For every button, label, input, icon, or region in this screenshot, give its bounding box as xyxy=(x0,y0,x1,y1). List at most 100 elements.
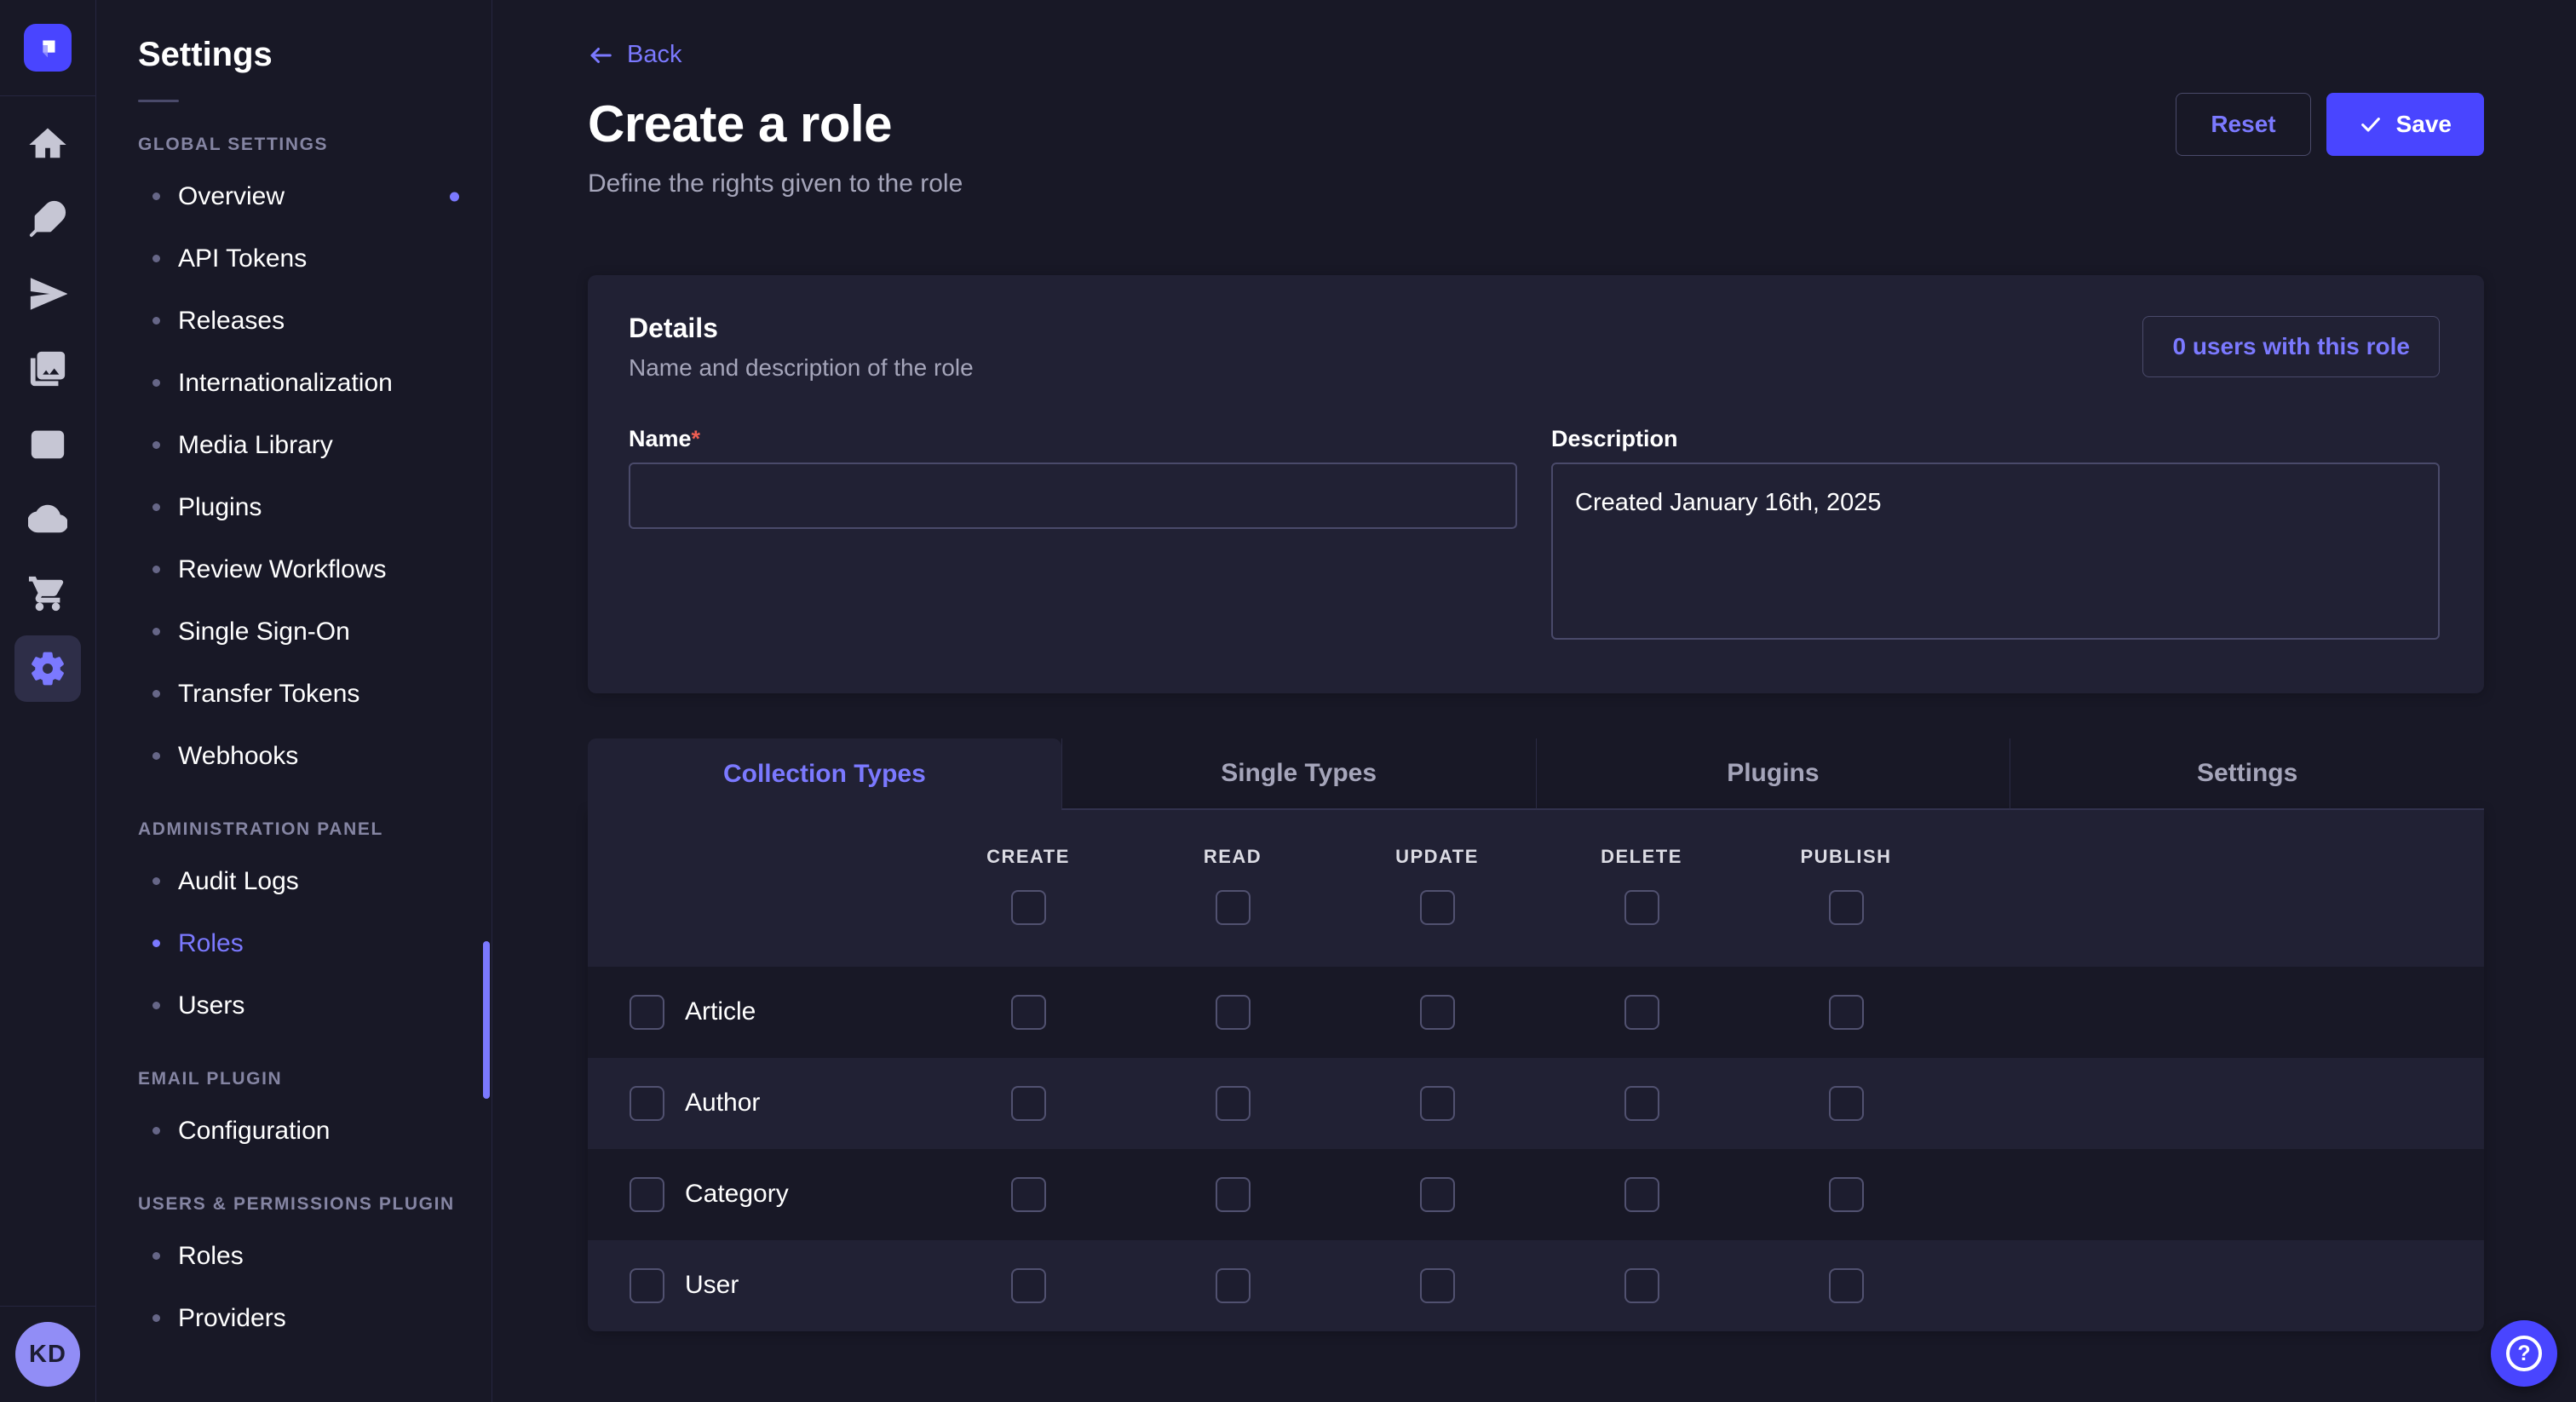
marketplace-cart-icon[interactable] xyxy=(0,556,96,631)
description-field-group: Description Created January 16th, 2025 xyxy=(1551,426,2440,644)
reset-button[interactable]: Reset xyxy=(2176,93,2310,156)
checkbox-select-all-update[interactable] xyxy=(1420,890,1455,925)
sidebar-item-review-workflows[interactable]: Review Workflows xyxy=(96,538,492,600)
sidebar-item-plugins[interactable]: Plugins xyxy=(96,476,492,538)
question-mark-icon: ? xyxy=(2506,1336,2542,1371)
bullet xyxy=(152,1002,160,1009)
home-icon[interactable] xyxy=(0,106,96,181)
row-category-head: Category xyxy=(588,1177,926,1212)
column-publish: PUBLISH xyxy=(1744,810,1948,967)
checkbox-article-delete[interactable] xyxy=(1624,995,1659,1030)
subnav-title-divider xyxy=(138,100,179,102)
bullet xyxy=(152,877,160,885)
sidebar-item-audit-logs[interactable]: Audit Logs xyxy=(96,850,492,912)
checkbox-author-read[interactable] xyxy=(1216,1086,1251,1121)
sidebar-item-media-library[interactable]: Media Library xyxy=(96,414,492,476)
checkbox-author-update[interactable] xyxy=(1420,1086,1455,1121)
main-content: Back Create a role Reset Save Define the… xyxy=(492,0,2576,1402)
bullet xyxy=(152,566,160,573)
checkbox-select-all-create[interactable] xyxy=(1011,890,1046,925)
sidebar-item-roles-admin[interactable]: Roles xyxy=(96,912,492,974)
sidebar-item-webhooks[interactable]: Webhooks xyxy=(96,725,492,787)
strapi-logo-glyph xyxy=(33,33,62,62)
checkbox-user-read[interactable] xyxy=(1216,1268,1251,1303)
help-button[interactable]: ? xyxy=(2491,1320,2557,1387)
checkbox-author-publish[interactable] xyxy=(1829,1086,1864,1121)
media-library-icon[interactable] xyxy=(0,331,96,406)
sidebar-item-single-sign-on[interactable]: Single Sign-On xyxy=(96,600,492,663)
checkbox-row-category[interactable] xyxy=(630,1177,664,1212)
details-subtitle: Name and description of the role xyxy=(629,354,974,382)
description-textarea[interactable]: Created January 16th, 2025 xyxy=(1551,463,2440,640)
logo-box xyxy=(0,0,95,96)
description-label: Description xyxy=(1551,426,2440,452)
name-input[interactable] xyxy=(629,463,1517,529)
tab-single-types[interactable]: Single Types xyxy=(1061,738,1536,810)
sidebar-item-providers[interactable]: Providers xyxy=(96,1287,492,1349)
sidebar-item-internationalization[interactable]: Internationalization xyxy=(96,352,492,414)
checkbox-row-author[interactable] xyxy=(630,1086,664,1121)
header-spacer xyxy=(588,810,926,967)
checkbox-row-user[interactable] xyxy=(630,1268,664,1303)
sidebar-item-releases[interactable]: Releases xyxy=(96,290,492,352)
sidebar-item-transfer-tokens[interactable]: Transfer Tokens xyxy=(96,663,492,725)
permissions-table: CREATE READ UPDATE DELETE xyxy=(588,810,2484,1331)
notification-dot xyxy=(450,192,459,201)
bullet xyxy=(152,1314,160,1322)
checkbox-user-publish[interactable] xyxy=(1829,1268,1864,1303)
checkbox-select-all-publish[interactable] xyxy=(1829,890,1864,925)
checkbox-user-delete[interactable] xyxy=(1624,1268,1659,1303)
name-field-group: Name* xyxy=(629,426,1517,644)
bullet xyxy=(152,752,160,760)
rail-bottom: KD xyxy=(0,1306,95,1402)
bullet xyxy=(152,939,160,947)
sidebar-item-roles-up[interactable]: Roles xyxy=(96,1225,492,1287)
sidebar-item-api-tokens[interactable]: API Tokens xyxy=(96,227,492,290)
tab-plugins[interactable]: Plugins xyxy=(1536,738,2010,810)
tab-collection-types[interactable]: Collection Types xyxy=(588,738,1061,810)
row-user-head: User xyxy=(588,1268,926,1303)
checkbox-article-update[interactable] xyxy=(1420,995,1455,1030)
checkbox-category-update[interactable] xyxy=(1420,1177,1455,1212)
feather-icon[interactable] xyxy=(0,181,96,256)
sidebar-item-overview[interactable]: Overview xyxy=(96,165,492,227)
column-read: READ xyxy=(1130,810,1335,967)
permissions-tabs: Collection Types Single Types Plugins Se… xyxy=(588,738,2484,810)
avatar[interactable]: KD xyxy=(15,1322,80,1387)
settings-gear-icon[interactable] xyxy=(0,631,96,706)
paper-plane-icon[interactable] xyxy=(0,256,96,331)
checkbox-author-create[interactable] xyxy=(1011,1086,1046,1121)
cloud-icon[interactable] xyxy=(0,481,96,556)
rail-icon-list xyxy=(0,96,96,706)
checkbox-author-delete[interactable] xyxy=(1624,1086,1659,1121)
sidebar-item-configuration[interactable]: Configuration xyxy=(96,1100,492,1162)
back-link[interactable]: Back xyxy=(588,41,681,69)
sidebar-item-users[interactable]: Users xyxy=(96,974,492,1037)
checkbox-article-publish[interactable] xyxy=(1829,995,1864,1030)
row-author-head: Author xyxy=(588,1086,926,1121)
save-button[interactable]: Save xyxy=(2326,93,2484,156)
bullet xyxy=(152,503,160,511)
name-label: Name* xyxy=(629,426,1517,452)
tab-settings[interactable]: Settings xyxy=(2010,738,2484,810)
checkbox-category-read[interactable] xyxy=(1216,1177,1251,1212)
checkbox-row-article[interactable] xyxy=(630,995,664,1030)
checkbox-user-create[interactable] xyxy=(1011,1268,1046,1303)
checkbox-select-all-delete[interactable] xyxy=(1624,890,1659,925)
users-with-role-button[interactable]: 0 users with this role xyxy=(2142,316,2440,377)
checkbox-select-all-read[interactable] xyxy=(1216,890,1251,925)
checkbox-category-delete[interactable] xyxy=(1624,1177,1659,1212)
checkbox-category-publish[interactable] xyxy=(1829,1177,1864,1212)
checkbox-article-create[interactable] xyxy=(1011,995,1046,1030)
bullet xyxy=(152,690,160,698)
strapi-logo[interactable] xyxy=(24,24,72,72)
content-builder-icon[interactable] xyxy=(0,406,96,481)
checkbox-category-create[interactable] xyxy=(1011,1177,1046,1212)
subnav-scrollbar-thumb[interactable] xyxy=(483,941,490,1099)
bullet xyxy=(152,441,160,449)
header-spacer-end xyxy=(1948,810,2484,967)
checkbox-article-read[interactable] xyxy=(1216,995,1251,1030)
column-create: CREATE xyxy=(926,810,1130,967)
table-row-user: User xyxy=(588,1240,2484,1331)
checkbox-user-update[interactable] xyxy=(1420,1268,1455,1303)
